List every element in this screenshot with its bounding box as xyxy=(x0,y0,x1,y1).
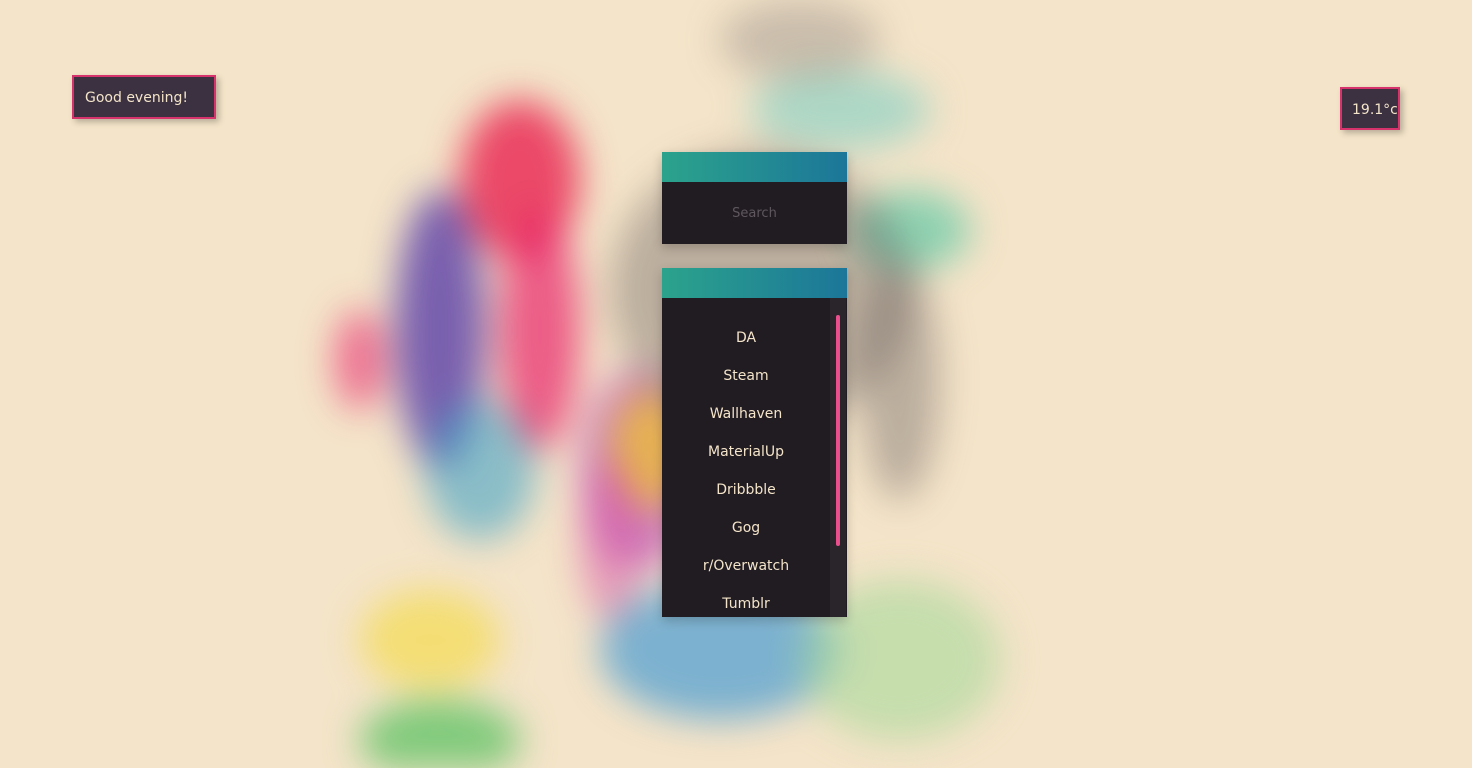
weather-badge: 19.1°c xyxy=(1340,87,1400,130)
links-panel-header xyxy=(662,268,847,298)
scrollbar-track[interactable] xyxy=(830,298,846,617)
list-item: Steam xyxy=(662,357,830,395)
link-wallhaven[interactable]: Wallhaven xyxy=(710,395,783,433)
links-list: DA Steam Wallhaven MaterialUp Dribbble G… xyxy=(662,298,830,617)
search-panel-header xyxy=(662,152,847,182)
greeting-badge: Good evening! xyxy=(72,75,216,119)
link-tumblr[interactable]: Tumblr xyxy=(722,585,769,617)
links-panel: DA Steam Wallhaven MaterialUp Dribbble G… xyxy=(662,268,847,617)
greeting-text: Good evening! xyxy=(85,90,188,106)
search-panel xyxy=(662,152,847,244)
links-body: DA Steam Wallhaven MaterialUp Dribbble G… xyxy=(662,298,847,617)
link-materialup[interactable]: MaterialUp xyxy=(708,433,784,471)
list-item: Gog xyxy=(662,509,830,547)
search-input[interactable] xyxy=(662,182,847,244)
list-item: Wallhaven xyxy=(662,395,830,433)
temperature-text: 19.1°c xyxy=(1352,102,1398,118)
link-dribbble[interactable]: Dribbble xyxy=(716,471,776,509)
scrollbar-thumb[interactable] xyxy=(836,315,840,546)
list-item: Tumblr xyxy=(662,585,830,617)
link-steam[interactable]: Steam xyxy=(723,357,768,395)
list-item: Dribbble xyxy=(662,471,830,509)
link-r-overwatch[interactable]: r/Overwatch xyxy=(703,547,789,585)
list-item: MaterialUp xyxy=(662,433,830,471)
list-item: DA xyxy=(662,319,830,357)
link-da[interactable]: DA xyxy=(736,319,756,357)
link-gog[interactable]: Gog xyxy=(732,509,760,547)
list-item: r/Overwatch xyxy=(662,547,830,585)
